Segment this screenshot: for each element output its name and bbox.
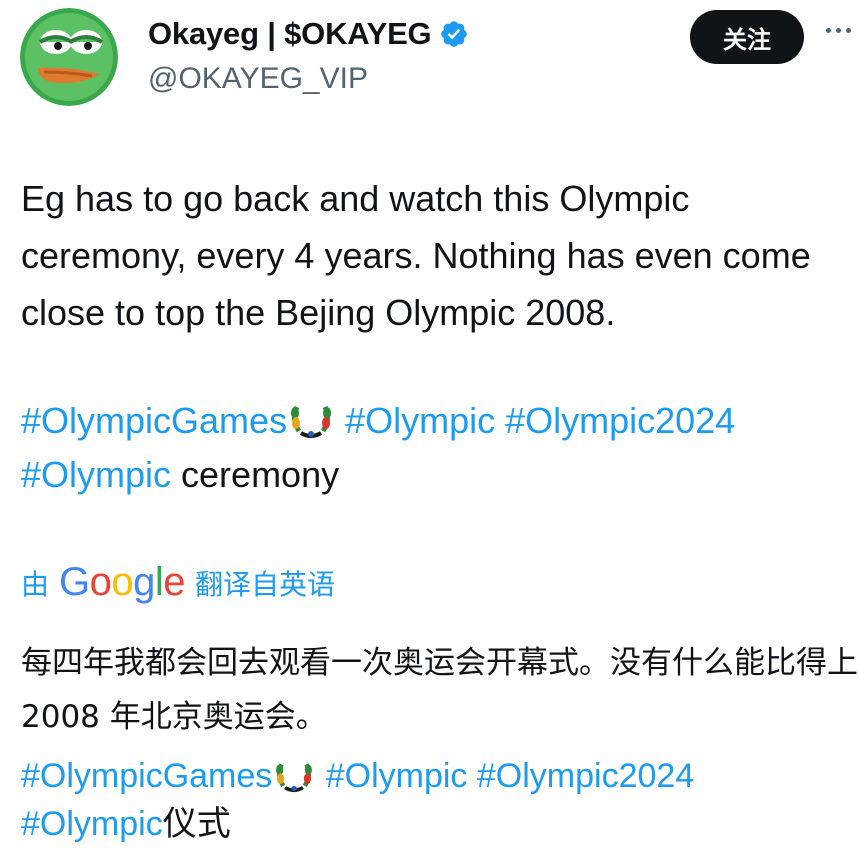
avatar[interactable] [20,8,118,106]
tweet-hashtags: #OlympicGames #Olympic #Olympic2024 #Olym… [21,394,859,502]
hashtag-tail-text: ceremony [171,454,340,495]
translated-text: 每四年我都会回去观看一次奥运会开幕式。没有什么能比得上 2008 年北京奥运会。 [21,645,858,735]
author-display-name[interactable]: Okayeg | $OKAYEG [148,16,432,52]
olympic-laurel-icon [276,763,313,793]
translation-attribution[interactable]: 由 Google 翻译自英语 [21,560,335,605]
hashtag-olympicgames-zh[interactable]: #OlympicGames [21,757,272,795]
hashtag-olympic2024-zh[interactable]: #Olympic2024 [477,757,694,795]
follow-button[interactable]: 关注 [690,10,804,64]
more-icon[interactable] [826,28,851,33]
hashtag-olympic-zh-2[interactable]: #Olympic [21,805,163,843]
verified-badge-icon [441,21,468,47]
translation-prefix: 由 [21,567,50,601]
hashtag-olympic2024[interactable]: #Olympic2024 [505,400,735,441]
hashtag-olympic-zh[interactable]: #Olympic [326,757,468,795]
hashtag-olympic[interactable]: #Olympic [345,400,495,441]
author-name-row[interactable]: Okayeg | $OKAYEG [148,16,469,52]
translation-suffix: 翻译自英语 [195,567,336,601]
hashtag-olympicgames[interactable]: #OlympicGames [21,400,287,441]
translated-hashtags: #OlympicGames #Olympic #Olympic2024 #Olym… [21,752,859,848]
google-logo: Google [59,560,186,604]
hashtag-olympic-2[interactable]: #Olympic [21,454,171,495]
author-handle[interactable]: @OKAYEG_VIP [148,62,368,96]
frog-avatar-icon [20,8,118,106]
tweet-text: Eg has to go back and watch this Olympic… [21,178,811,333]
hashtag-tail-text-zh: 仪式 [162,804,231,844]
olympic-laurel-icon [291,405,332,438]
